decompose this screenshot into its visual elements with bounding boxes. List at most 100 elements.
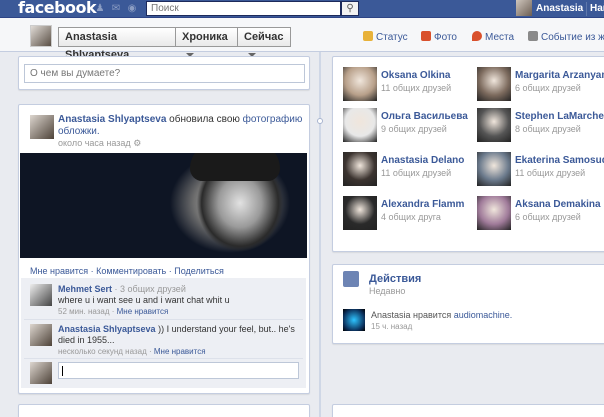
mutual-friends-badge: · 3 общих друзей bbox=[114, 284, 186, 294]
comment-divider bbox=[24, 319, 303, 320]
friend-photo[interactable] bbox=[477, 108, 511, 142]
search-icon[interactable]: ⚲ bbox=[341, 1, 359, 16]
comment-like-link[interactable]: Мне нравится bbox=[154, 347, 206, 356]
comment-input[interactable] bbox=[58, 362, 299, 379]
globe-icon: ⚙ bbox=[133, 138, 142, 148]
friend-photo[interactable] bbox=[477, 67, 511, 101]
comment-body: where u i want see u and i want chat whi… bbox=[58, 295, 230, 305]
messages-icon[interactable]: ✉ bbox=[110, 3, 122, 14]
search-input[interactable]: Поиск bbox=[146, 1, 341, 16]
camera-icon bbox=[421, 31, 431, 41]
post-timestamp[interactable]: около часа назад ⚙ bbox=[58, 138, 141, 149]
share-link[interactable]: Поделиться bbox=[174, 266, 224, 276]
activity-user: Anastasia bbox=[371, 310, 411, 320]
comment-time[interactable]: 52 мин. назад bbox=[58, 307, 110, 316]
friend-photo[interactable] bbox=[343, 108, 377, 142]
timeline-dropdown[interactable]: Хроника bbox=[175, 27, 238, 58]
friend-requests-icon[interactable]: ♟ bbox=[94, 3, 106, 14]
facebook-logo[interactable]: facebook bbox=[18, 0, 97, 17]
activity-title[interactable]: Действия bbox=[369, 273, 421, 285]
life-event-tab-label: Событие из жизни bbox=[541, 32, 604, 43]
mutual-friends-count[interactable]: 6 общих друзей bbox=[515, 83, 581, 93]
profile-name-button[interactable]: Anastasia Shlyaptseva bbox=[58, 27, 176, 61]
comment-1-meta: 52 мин. назад · Мне нравится bbox=[58, 307, 169, 316]
friend-photo[interactable] bbox=[343, 196, 377, 230]
friend-name-link[interactable]: Ekaterina Samosudova bbox=[515, 155, 604, 166]
friend-name-link[interactable]: Oksana Olkina bbox=[381, 70, 450, 81]
user-avatar[interactable] bbox=[516, 0, 532, 16]
profile-link[interactable]: Anastasia bbox=[536, 3, 583, 14]
divider bbox=[586, 2, 587, 16]
comment-2: Anastasia Shlyaptseva )) I understand yo… bbox=[58, 324, 303, 346]
next-section-card bbox=[332, 404, 604, 417]
activity-page-link[interactable]: audiomachine. bbox=[454, 310, 513, 320]
timeline-spine bbox=[319, 52, 321, 417]
comment-divider bbox=[24, 358, 303, 359]
comment-link[interactable]: Комментировать bbox=[96, 266, 166, 276]
activity-subtitle: Недавно bbox=[369, 286, 406, 296]
cover-photo[interactable] bbox=[20, 153, 307, 258]
mutual-friends-count[interactable]: 4 общих друга bbox=[381, 212, 441, 222]
post-author-avatar[interactable] bbox=[30, 115, 54, 139]
commenter-avatar[interactable] bbox=[30, 324, 52, 346]
photo-tab[interactable]: Фото bbox=[421, 31, 457, 43]
status-input[interactable]: О чем вы думаете? bbox=[24, 64, 305, 83]
like-link[interactable]: Мне нравится bbox=[30, 266, 88, 276]
mutual-friends-count[interactable]: 11 общих друзей bbox=[381, 168, 451, 178]
audiomachine-thumbnail[interactable] bbox=[343, 309, 365, 331]
reply-avatar bbox=[30, 362, 52, 384]
places-tab[interactable]: Места bbox=[472, 31, 514, 43]
status-tab-label: Статус bbox=[376, 32, 408, 43]
mutual-friends-count[interactable]: 9 общих друзей bbox=[381, 124, 447, 134]
friend-photo[interactable] bbox=[343, 152, 377, 186]
comment-time[interactable]: несколько секунд назад bbox=[58, 347, 147, 356]
timeline-header-bar: Anastasia Shlyaptseva Хроника Сейчас Ста… bbox=[0, 18, 604, 61]
timeline-dropdown-label: Хроника bbox=[182, 31, 228, 43]
comment-author-link[interactable]: Anastasia Shlyaptseva bbox=[58, 324, 156, 334]
post-actions: Мне нравится · Комментировать · Поделить… bbox=[30, 266, 224, 276]
friend-name-link[interactable]: Ольга Васильева bbox=[381, 111, 468, 122]
comment-author-link[interactable]: Mehmet Sert bbox=[58, 284, 112, 294]
life-event-tab[interactable]: Событие из жизни bbox=[528, 31, 604, 43]
activity-log-icon bbox=[343, 271, 359, 287]
comment-1: Mehmet Sert · 3 общих друзей where u i w… bbox=[58, 284, 303, 306]
post-header: Anastasia Shlyaptseva обновила свою фото… bbox=[58, 114, 303, 138]
status-tab[interactable]: Статус bbox=[363, 31, 408, 43]
post-author-link[interactable]: Anastasia Shlyaptseva bbox=[58, 114, 166, 125]
now-dropdown-label: Сейчас bbox=[244, 31, 284, 43]
profile-thumbnail[interactable] bbox=[30, 25, 52, 47]
friend-name-link[interactable]: Stephen LaMarche bbox=[515, 111, 604, 122]
post-time-text: около часа назад bbox=[58, 138, 131, 148]
friend-photo[interactable] bbox=[477, 152, 511, 186]
flag-icon bbox=[528, 31, 538, 41]
mutual-friends-count[interactable]: 11 общих друзей bbox=[381, 83, 451, 93]
places-tab-label: Места bbox=[485, 32, 515, 43]
friend-photo[interactable] bbox=[477, 196, 511, 230]
friend-name-link[interactable]: Alexandra Flamm bbox=[381, 199, 464, 210]
portrait-hair bbox=[190, 153, 280, 181]
now-dropdown[interactable]: Сейчас bbox=[237, 27, 291, 58]
timeline-marker bbox=[317, 118, 323, 124]
mutual-friends-count[interactable]: 6 общих друзей bbox=[515, 212, 581, 222]
map-pin-icon bbox=[472, 31, 482, 41]
friend-name-link[interactable]: Anastasia Delano bbox=[381, 155, 464, 166]
comment-2-meta: несколько секунд назад · Мне нравится bbox=[58, 347, 206, 356]
mutual-friends-count[interactable]: 11 общих друзей bbox=[515, 168, 585, 178]
activity-item: Anastasia нравится audiomachine. bbox=[371, 310, 512, 320]
friend-name-link[interactable]: Margarita Arzanyan bbox=[515, 70, 604, 81]
mutual-friends-count[interactable]: 8 общих друзей bbox=[515, 124, 581, 134]
find-friends-link[interactable]: Найти bbox=[590, 3, 604, 14]
text-cursor bbox=[62, 366, 63, 376]
comment-like-link[interactable]: Мне нравится bbox=[117, 307, 169, 316]
notifications-icon[interactable]: ◉ bbox=[126, 3, 138, 14]
pencil-icon bbox=[363, 31, 373, 41]
post-action-text: обновила свою bbox=[169, 114, 240, 125]
friend-name-link[interactable]: Aksana Demakina bbox=[515, 199, 601, 210]
commenter-avatar[interactable] bbox=[30, 284, 52, 306]
friend-photo[interactable] bbox=[343, 67, 377, 101]
next-post-card bbox=[18, 404, 310, 417]
activity-verb: нравится bbox=[413, 310, 452, 320]
photo-tab-label: Фото bbox=[434, 32, 457, 43]
activity-time: 15 ч. назад bbox=[371, 322, 413, 331]
top-navigation-bar: facebook ♟ ✉ ◉ Поиск ⚲ Anastasia Найти bbox=[0, 0, 604, 18]
